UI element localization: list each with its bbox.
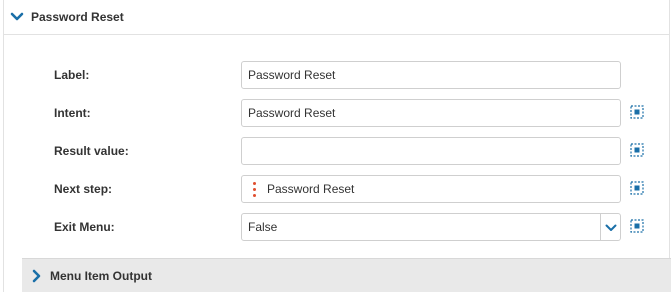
page: Password Reset Label: Password Reset Int… xyxy=(0,0,671,292)
panel-header[interactable]: Password Reset xyxy=(4,0,669,35)
label-row: Label: Password Reset xyxy=(4,61,669,89)
password-reset-panel: Password Reset Label: Password Reset Int… xyxy=(3,0,671,292)
exit-menu-select[interactable]: False xyxy=(241,213,621,241)
next-step-input[interactable]: Password Reset xyxy=(241,175,621,203)
next-step-variable-picker-icon[interactable] xyxy=(630,181,644,195)
result-value-row: Result value: xyxy=(4,137,669,165)
intent-variable-picker-icon[interactable] xyxy=(630,105,644,119)
menu-item-output-section[interactable]: Menu Item Output xyxy=(22,258,671,292)
label-input-value: Password Reset xyxy=(248,68,336,82)
exit-menu-field-label: Exit Menu: xyxy=(54,220,115,234)
intent-field-label: Intent: xyxy=(54,106,91,120)
exit-menu-dropdown-button[interactable] xyxy=(600,214,620,240)
next-step-row: Next step: Password Reset xyxy=(4,175,669,203)
exit-menu-row: Exit Menu: False xyxy=(4,213,669,241)
intent-input-value: Password Reset xyxy=(248,106,336,120)
exit-menu-select-value: False xyxy=(248,220,278,234)
intent-input[interactable]: Password Reset xyxy=(241,99,621,127)
label-input[interactable]: Password Reset xyxy=(241,61,621,89)
exit-menu-variable-picker-icon[interactable] xyxy=(630,219,644,233)
step-dots-icon[interactable] xyxy=(252,182,257,198)
result-value-field-label: Result value: xyxy=(54,144,129,158)
next-step-field-label: Next step: xyxy=(54,182,113,196)
panel-title: Password Reset xyxy=(31,10,124,24)
chevron-right-icon[interactable] xyxy=(32,269,41,283)
chevron-down-icon[interactable] xyxy=(10,12,24,22)
section-title: Menu Item Output xyxy=(50,269,152,283)
chevron-down-icon xyxy=(605,224,617,231)
label-field-label: Label: xyxy=(54,68,90,82)
intent-row: Intent: Password Reset xyxy=(4,99,669,127)
result-value-input[interactable] xyxy=(241,137,621,165)
next-step-input-value: Password Reset xyxy=(267,182,355,196)
result-value-variable-picker-icon[interactable] xyxy=(630,143,644,157)
